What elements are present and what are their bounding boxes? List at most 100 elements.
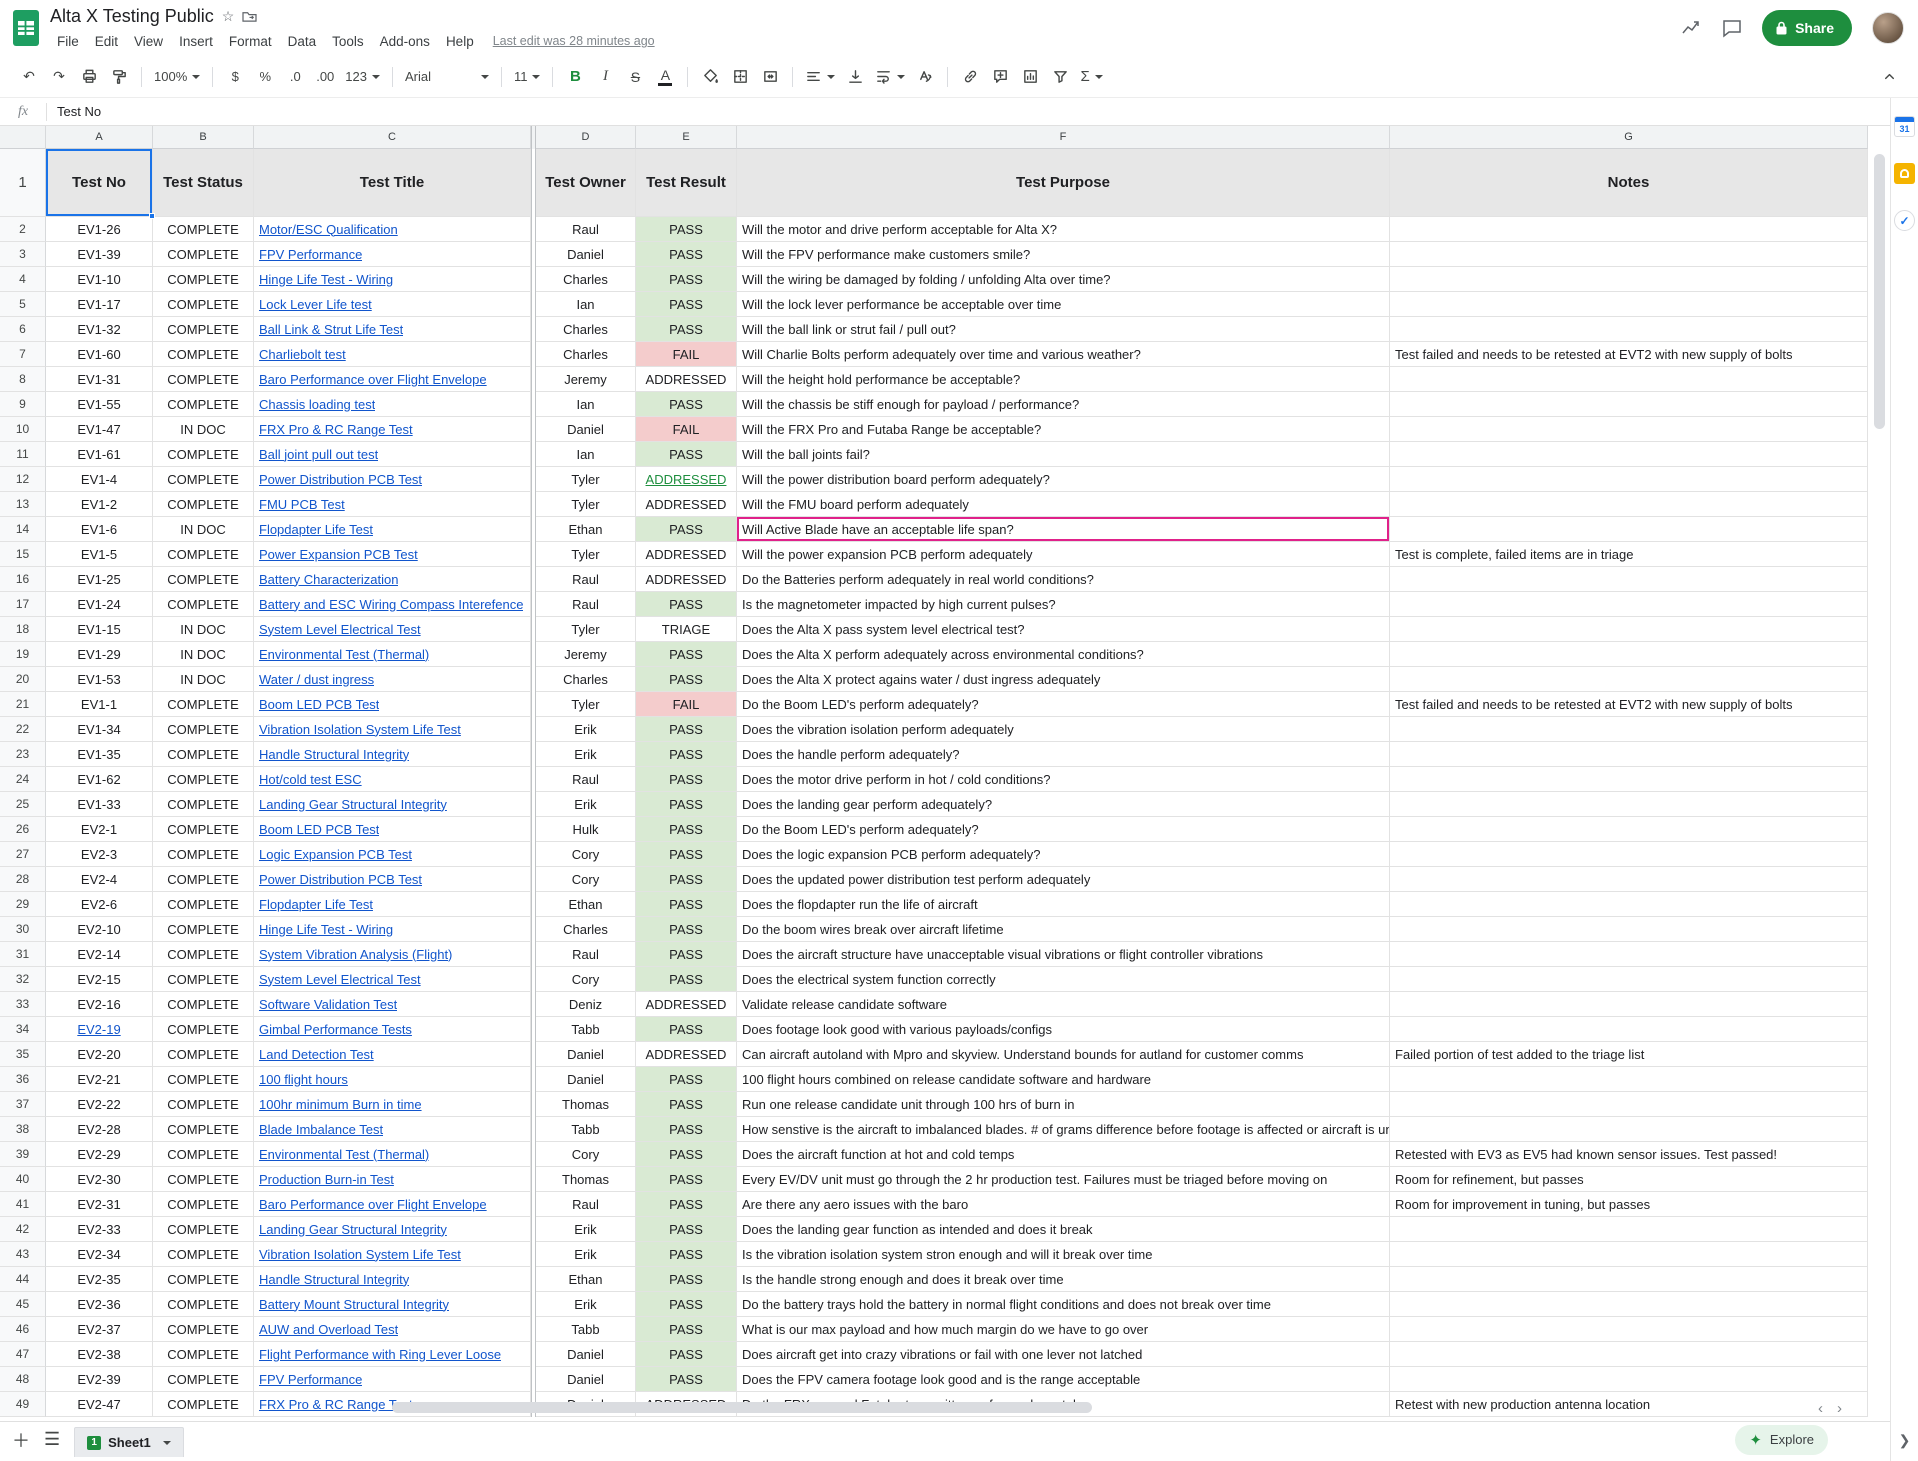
cell-test-no[interactable]: EV1-17 <box>46 292 153 317</box>
comment-history-icon[interactable] <box>1722 19 1742 38</box>
horizontal-scrollbar[interactable] <box>392 1402 1092 1413</box>
cell-test-purpose[interactable]: How senstive is the aircraft to imbalanc… <box>737 1117 1390 1142</box>
cell-test-purpose[interactable]: Will the FPV performance make customers … <box>737 242 1390 267</box>
row-header[interactable]: 16 <box>0 567 46 592</box>
cell-test-title[interactable]: Handle Structural Integrity <box>254 742 531 767</box>
cell-notes[interactable] <box>1390 217 1868 242</box>
cell-test-result[interactable]: TRIAGE <box>636 617 737 642</box>
cell-test-owner[interactable]: Tyler <box>536 692 636 717</box>
cell-test-no[interactable]: EV2-35 <box>46 1267 153 1292</box>
row-header[interactable]: 17 <box>0 592 46 617</box>
cell-test-title[interactable]: Power Expansion PCB Test <box>254 542 531 567</box>
cell-notes[interactable] <box>1390 817 1868 842</box>
cell-test-title[interactable]: 100hr minimum Burn in time <box>254 1092 531 1117</box>
cell-test-no[interactable]: EV2-47 <box>46 1392 153 1417</box>
merge-cells-button[interactable] <box>757 64 783 90</box>
decrease-decimal-button[interactable]: .0 <box>282 64 308 90</box>
cell-test-no[interactable]: EV2-15 <box>46 967 153 992</box>
cell-test-title[interactable]: Land Detection Test <box>254 1042 531 1067</box>
row-header[interactable]: 36 <box>0 1067 46 1092</box>
row-header[interactable]: 18 <box>0 617 46 642</box>
cell-test-title[interactable]: Charliebolt test <box>254 342 531 367</box>
cell-test-owner[interactable]: Cory <box>536 842 636 867</box>
row-header[interactable]: 11 <box>0 442 46 467</box>
cell-test-status[interactable]: COMPLETE <box>153 567 254 592</box>
cell-test-result[interactable]: PASS <box>636 392 737 417</box>
cell-test-status[interactable]: COMPLETE <box>153 392 254 417</box>
functions-button[interactable]: Σ <box>1077 64 1105 90</box>
cell-test-title[interactable]: Battery Mount Structural Integrity <box>254 1292 531 1317</box>
cell-test-purpose[interactable]: Will the FRX Pro and Futaba Range be acc… <box>737 417 1390 442</box>
add-sheet-icon[interactable]: ＋ <box>12 1427 30 1453</box>
cell-test-title[interactable]: Gimbal Performance Tests <box>254 1017 531 1042</box>
column-header-e[interactable]: E <box>636 126 737 149</box>
cell-test-owner[interactable]: Erik <box>536 1292 636 1317</box>
cell-test-purpose[interactable]: Will the power distribution board perfor… <box>737 467 1390 492</box>
cell-test-no[interactable]: EV1-55 <box>46 392 153 417</box>
cell-test-result[interactable]: PASS <box>636 1092 737 1117</box>
cell-test-title[interactable]: Lock Lever Life test <box>254 292 531 317</box>
hide-side-panel-icon[interactable]: ❯ <box>1899 1432 1911 1449</box>
test-title-link[interactable]: Ball Link & Strut Life Test <box>259 322 403 337</box>
cell-test-status[interactable]: IN DOC <box>153 417 254 442</box>
column-header-g[interactable]: G <box>1390 126 1868 149</box>
cell-test-no[interactable]: EV1-29 <box>46 642 153 667</box>
cell-notes[interactable] <box>1390 1017 1868 1042</box>
cell-notes[interactable]: Test is complete, failed items are in tr… <box>1390 542 1868 567</box>
cell-test-status[interactable]: COMPLETE <box>153 917 254 942</box>
cell-test-result[interactable]: PASS <box>636 867 737 892</box>
cell-test-status[interactable]: COMPLETE <box>153 1367 254 1392</box>
increase-decimal-button[interactable]: .00 <box>312 64 338 90</box>
cell-test-owner[interactable]: Daniel <box>536 1042 636 1067</box>
number-format-select[interactable]: 123 <box>342 64 383 90</box>
cell-test-purpose[interactable]: Is the magnetometer impacted by high cur… <box>737 592 1390 617</box>
column-header-d[interactable]: D <box>536 126 636 149</box>
cell-test-result[interactable]: FAIL <box>636 692 737 717</box>
cell-test-no[interactable]: EV2-31 <box>46 1192 153 1217</box>
cell-test-no[interactable]: EV1-31 <box>46 367 153 392</box>
cell-test-title[interactable]: Production Burn-in Test <box>254 1167 531 1192</box>
row-header[interactable]: 6 <box>0 317 46 342</box>
test-title-link[interactable]: Vibration Isolation System Life Test <box>259 1247 461 1262</box>
cell-test-status[interactable]: COMPLETE <box>153 692 254 717</box>
last-edit-link[interactable]: Last edit was 28 minutes ago <box>493 34 655 48</box>
cell-test-result[interactable]: PASS <box>636 1017 737 1042</box>
cell-test-purpose[interactable]: Does the electrical system function corr… <box>737 967 1390 992</box>
cell-test-result[interactable]: ADDRESSED <box>636 542 737 567</box>
row-header[interactable]: 2 <box>0 217 46 242</box>
cell-notes[interactable] <box>1390 1367 1868 1392</box>
text-color-button[interactable]: A <box>652 64 678 90</box>
row-header[interactable]: 40 <box>0 1167 46 1192</box>
cell-test-result[interactable]: ADDRESSED <box>636 567 737 592</box>
test-title-link[interactable]: FRX Pro & RC Range Test <box>259 422 413 437</box>
cell-test-owner[interactable]: Cory <box>536 867 636 892</box>
cell-test-status[interactable]: COMPLETE <box>153 442 254 467</box>
vertical-align-button[interactable] <box>842 64 868 90</box>
row-header[interactable]: 46 <box>0 1317 46 1342</box>
cell-notes[interactable] <box>1390 742 1868 767</box>
cell-test-status[interactable]: COMPLETE <box>153 1267 254 1292</box>
cell-test-purpose[interactable]: Does the FPV camera footage look good an… <box>737 1367 1390 1392</box>
test-title-link[interactable]: Power Distribution PCB Test <box>259 872 422 887</box>
cell-test-owner[interactable]: Tyler <box>536 542 636 567</box>
row-header[interactable]: 43 <box>0 1242 46 1267</box>
cell-test-status[interactable]: COMPLETE <box>153 717 254 742</box>
cell-notes[interactable] <box>1390 1117 1868 1142</box>
test-title-link[interactable]: 100 flight hours <box>259 1072 348 1087</box>
cell-test-status[interactable]: COMPLETE <box>153 1092 254 1117</box>
cell-test-status[interactable]: COMPLETE <box>153 817 254 842</box>
cell-test-result[interactable]: PASS <box>636 642 737 667</box>
cell-test-status[interactable]: COMPLETE <box>153 792 254 817</box>
cell-notes[interactable] <box>1390 1317 1868 1342</box>
column-header-b[interactable]: B <box>153 126 254 149</box>
menu-format[interactable]: Format <box>222 32 279 51</box>
cell-test-status[interactable]: COMPLETE <box>153 767 254 792</box>
cell-test-result[interactable]: PASS <box>636 1117 737 1142</box>
cell-test-purpose[interactable]: Do the boom wires break over aircraft li… <box>737 917 1390 942</box>
cell-test-purpose[interactable]: Will the power expansion PCB perform ade… <box>737 542 1390 567</box>
cell-notes[interactable] <box>1390 267 1868 292</box>
cell-test-result[interactable]: FAIL <box>636 342 737 367</box>
cell-test-purpose[interactable]: Will the ball joints fail? <box>737 442 1390 467</box>
cell-notes[interactable] <box>1390 567 1868 592</box>
cell-test-status[interactable]: COMPLETE <box>153 592 254 617</box>
